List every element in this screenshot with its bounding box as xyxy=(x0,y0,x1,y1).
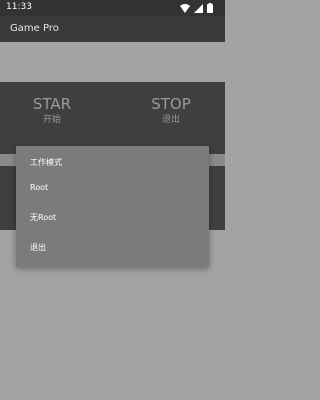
stop-sublabel: 退出 xyxy=(161,115,180,125)
wifi-icon xyxy=(180,3,190,13)
progress-track-right xyxy=(209,154,225,166)
menu-item-no-root[interactable]: 无Root xyxy=(16,207,209,229)
app-title: Game Pro xyxy=(10,23,59,34)
menu-item-label: 无Root xyxy=(30,213,57,222)
start-button[interactable]: STAR 开始 xyxy=(12,95,92,126)
status-icons xyxy=(180,3,213,13)
signal-icon xyxy=(194,3,203,13)
progress-track-left xyxy=(0,154,16,166)
menu-item-exit[interactable]: 退出 xyxy=(16,237,209,259)
header-spacer xyxy=(0,42,225,82)
start-sublabel: 开始 xyxy=(42,115,61,125)
menu-item-label: Root xyxy=(30,183,49,192)
menu-item-root[interactable]: Root xyxy=(16,177,209,199)
dialog-title: 工作模式 xyxy=(30,158,62,167)
status-bar: 11:33 xyxy=(0,0,225,16)
stop-label: STOP xyxy=(151,95,191,113)
app-bar: Game Pro xyxy=(0,16,225,42)
menu-item-label: 退出 xyxy=(30,243,46,252)
battery-icon xyxy=(207,3,213,13)
status-time: 11:33 xyxy=(6,2,32,12)
stop-button[interactable]: STOP 退出 xyxy=(131,95,211,126)
start-label: STAR xyxy=(32,95,72,113)
